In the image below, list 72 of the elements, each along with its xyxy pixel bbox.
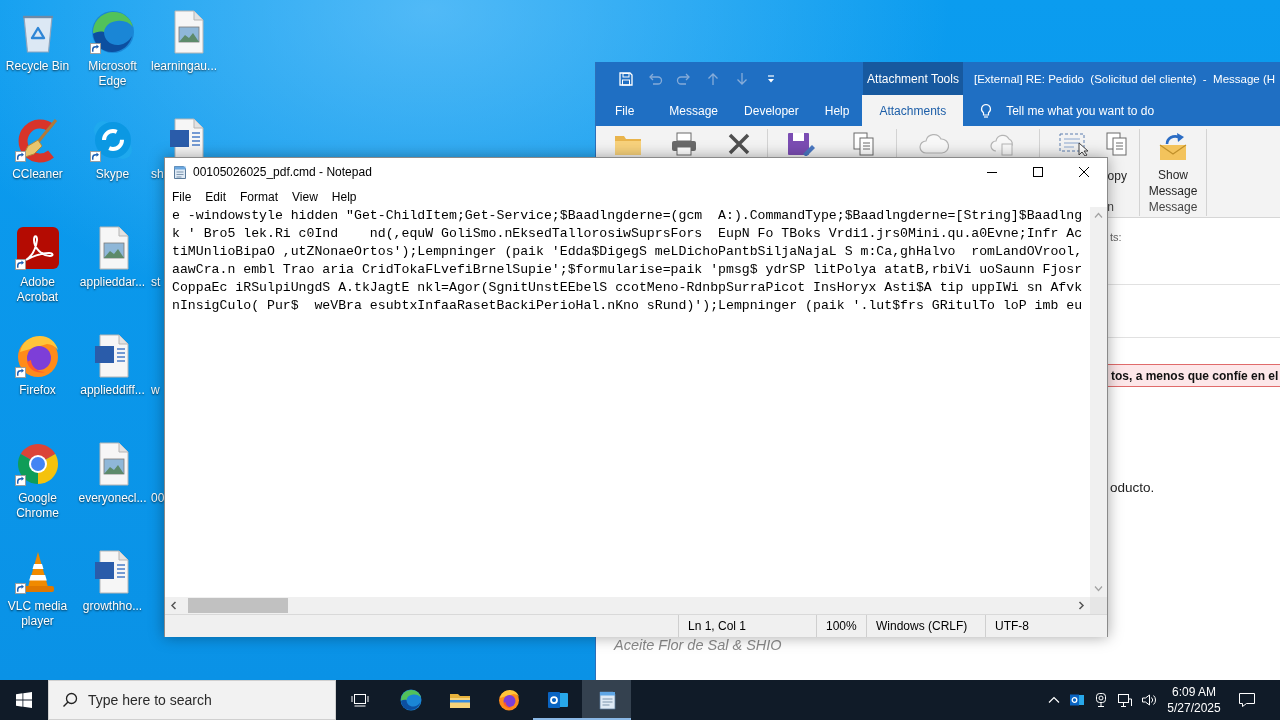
notification-icon[interactable] <box>1238 692 1256 708</box>
signature-text: Aceite Flor de Sal & SHIO <box>614 637 782 654</box>
desktop-icon-label[interactable]: Microsoft Edge <box>75 59 150 89</box>
text-line: aawCra.n embl Trao aria CridTokaFLvefiBrnelSupie';$formularise=paik 'pmsg$ ydrSP litPolya atatB,rbiVi uoSaunn Fjosr <box>172 261 1083 279</box>
status-text: UTF-8 <box>995 619 1029 633</box>
horizontal-scrollbar[interactable] <box>165 597 1090 614</box>
window-panes-icon <box>16 692 32 708</box>
menu-item[interactable]: Help <box>324 186 364 207</box>
desktop-icon-label[interactable]: 00 <box>151 491 165 506</box>
group-label: n <box>1107 200 1114 214</box>
desktop-icon-label[interactable]: everyonecl... <box>78 491 147 506</box>
desktop-icon-label[interactable]: Adobe Acrobat <box>0 275 75 305</box>
desktop-icon-label[interactable]: Firefox <box>19 383 56 398</box>
desktop-icon-label[interactable]: growthho... <box>82 599 143 614</box>
warning-banner: tos, a menos que confíe en el <box>1108 364 1280 387</box>
network-icon[interactable] <box>1117 692 1133 708</box>
status-text: Windows (CRLF) <box>876 619 968 633</box>
text-line: e -windowstyle hidden "Get-ChildItem;Get-Service;$Baadlngderne=(gcm A:).CommandType;$Baadlngderne=[String]$Baadlng <box>172 207 1083 225</box>
window-title: [External] RE: Pedido (Solicitud del cliente) - Message (H <box>974 72 1276 85</box>
maximize-icon <box>1033 167 1043 177</box>
caption-text: ts: <box>1110 231 1122 244</box>
desktop-icon-label[interactable]: Recycle Bin <box>5 59 70 74</box>
notepad-icon <box>172 164 188 180</box>
speaker-icon[interactable] <box>1141 692 1157 708</box>
clock[interactable]: 6:09 AM 5/27/2025 <box>1164 684 1224 716</box>
menu-item[interactable]: Format <box>233 186 286 207</box>
text-line: k ' Bro5 lek.Ri c0Ind nd(,equW GoliSmo.nEksedTallorosiwSuprsFors EupN Fo TBoks Vrdi1.jrs0Mini.qu.a0Evne;Infr Ac <box>172 225 1083 243</box>
desktop-icon-label[interactable]: Google Chrome <box>0 491 75 521</box>
window-title: 00105026025_pdf.cmd - Notepad <box>193 165 372 179</box>
body-text: oducto. <box>1110 479 1155 496</box>
status-text: Ln 1, Col 1 <box>688 619 747 633</box>
ribbon-label[interactable]: Show Message <box>1142 167 1204 199</box>
ribbon-tab[interactable]: Help <box>811 95 863 126</box>
desktop-icon-label[interactable]: VLC media player <box>0 599 75 629</box>
context-tab-label: Attachment Tools <box>863 62 963 95</box>
tell-me-search[interactable]: Tell me what you want to do <box>978 95 1155 126</box>
swirl-logo-icon <box>398 688 423 712</box>
desktop-icon-label[interactable]: sh <box>151 167 164 182</box>
menu-item[interactable]: Edit <box>198 186 234 207</box>
selection-icon[interactable] <box>1057 132 1090 156</box>
desktop-icon-label[interactable]: applieddar... <box>79 275 146 290</box>
ribbon-label[interactable]: opy <box>1107 168 1127 184</box>
flame-globe-icon <box>496 688 521 712</box>
text-line: tiMUnlioBipaO ,utZNonaeOrtos');Lempninger (paik 'Edda$DigegS meLDichoPantbSiljaNajaL S m:Ca,ghHalvo romLandOVrool, <box>172 243 1083 261</box>
menu-item[interactable]: View <box>285 186 325 207</box>
task-view-icon <box>351 692 369 708</box>
text-line: CoppaEc iRSulpiUngdS A.tkJagtE nkl=Agor(SgnitUnstEEbelS ccotMeno-RdnbpSurraPicot InsHoryx Asti$A tip uppIWi sn Afvk <box>172 279 1083 297</box>
search-icon <box>62 692 78 708</box>
desktop-icon-label[interactable]: st <box>151 275 161 290</box>
scroll-left-icon[interactable] <box>170 601 177 610</box>
desktop-icon-label[interactable]: Skype <box>95 167 130 182</box>
desktop-icon-label[interactable]: learningau... <box>151 59 218 74</box>
ribbon-tab[interactable]: Message <box>656 95 732 126</box>
desktop-icon-label[interactable]: CCleaner <box>12 167 63 182</box>
group-label: Message <box>1148 200 1198 214</box>
text-line: nInsigCulo( Pur$ weVBra esubtxInfaaRasetBackiPerioHal.nKno sRund)');Lempninger (paik '.lut$frs GRitulTo loP imb eu <box>172 297 1083 315</box>
menu-item[interactable]: File <box>165 186 199 207</box>
desktop-icon-label[interactable]: w <box>151 383 160 398</box>
status-text: 100% <box>826 619 857 633</box>
close-icon <box>1079 167 1089 177</box>
search-field[interactable]: Type here to search <box>48 680 336 720</box>
webcam-icon[interactable] <box>1093 692 1109 708</box>
scrollbar-thumb[interactable] <box>188 598 288 613</box>
taskbar-button[interactable] <box>582 680 631 720</box>
envelope-arrow-icon[interactable] <box>1157 132 1189 162</box>
scroll-right-icon[interactable] <box>1078 601 1085 610</box>
mail-tile-icon[interactable] <box>1069 692 1085 708</box>
desktop-icon-label[interactable]: applieddiff... <box>80 383 145 398</box>
ribbon-tab[interactable]: Attachments <box>862 95 964 126</box>
ribbon-tab[interactable]: File <box>596 95 657 126</box>
ribbon-tab[interactable]: Developer <box>731 95 812 126</box>
save-icon[interactable] <box>617 70 634 87</box>
